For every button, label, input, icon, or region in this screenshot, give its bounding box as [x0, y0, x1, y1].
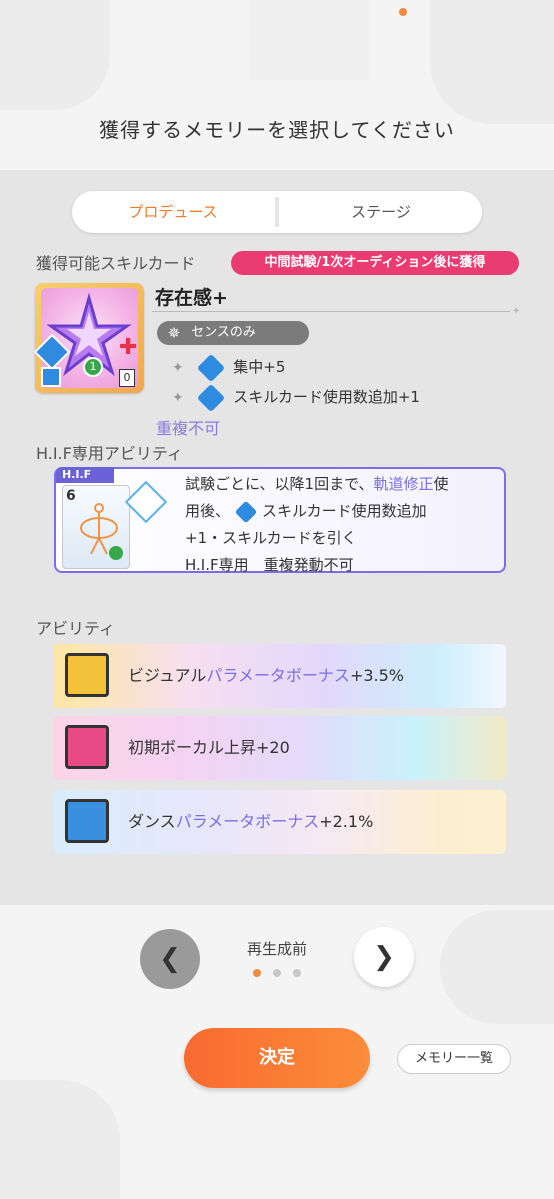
cost-badge: 1 [83, 357, 103, 377]
heart-icon [109, 546, 123, 560]
sense-plan-icon: ✵ [167, 324, 181, 342]
card-draw-icon [234, 500, 258, 523]
bg-decoration [0, 0, 110, 110]
hif-text-part: 用後、 [185, 502, 231, 520]
bg-decoration [430, 0, 554, 124]
bg-decoration [250, 0, 370, 80]
page-title: 獲得するメモリーを選択してください [99, 118, 455, 142]
skill-card-thumbnail[interactable]: ✚ 1 0 [33, 283, 144, 393]
hif-ability-text: 試験ごとに、以降1回まで、軌道修正使 用後、 スキルカード使用数追加 +1・スキル… [185, 471, 495, 579]
bg-decoration [0, 1080, 120, 1199]
ability-text: ビジュアルパラメータボーナス+3.5% [128, 644, 404, 708]
hif-line: 試験ごとに、以降1回まで、軌道修正使 [185, 471, 495, 498]
hif-line: 用後、 スキルカード使用数追加 [185, 498, 495, 525]
effect-text: スキルカード使用数追加+1 [233, 388, 420, 406]
plan-label: センスのみ [191, 325, 256, 340]
ability-text-part: 初期ボーカル上昇+20 [128, 738, 290, 757]
hif-text-part: 使 [433, 475, 449, 493]
prev-button[interactable]: ❮ [140, 929, 200, 989]
ability-row-visual: ビジュアルパラメータボーナス+3.5% [53, 644, 506, 708]
tab-stage[interactable]: ステージ [280, 191, 482, 233]
ability-text-highlight: パラメータボーナス [206, 666, 350, 685]
card-draw-icon [196, 383, 225, 412]
ability-text-highlight: パラメータボーナス [175, 812, 320, 831]
acquire-timing-badge: 中間試験/1次オーディション後に獲得 [231, 251, 519, 275]
plus-icon: ✚ [119, 335, 138, 360]
memory-list-button[interactable]: メモリー一覧 [397, 1044, 511, 1074]
skill-card-name: 存在感+ [155, 287, 228, 309]
sparkle-icon: ✦ [512, 306, 521, 317]
effect-row: ✦ 集中+5 [172, 353, 286, 382]
skill-section-label: 獲得可能スキルカード [36, 254, 196, 273]
page-dot [293, 969, 301, 977]
bullet-icon: ✦ [172, 360, 184, 376]
chevron-right-icon: ❯ [373, 942, 395, 972]
plan-badge: ✵ センスのみ [157, 321, 309, 345]
vocal-microphone-icon [65, 725, 109, 769]
confirm-button[interactable]: 決定 [184, 1028, 370, 1088]
ability-row-dance: ダンスパラメータボーナス+2.1% [53, 790, 506, 854]
hif-text-part: 試験ごとに、以降1回まで、 [185, 475, 374, 493]
tab-bar: プロデュース ステージ [72, 191, 482, 233]
tab-produce[interactable]: プロデュース [72, 191, 274, 233]
ability-text: 初期ボーカル上昇+20 [128, 716, 290, 780]
chevron-left-icon: ❮ [159, 944, 181, 974]
ability-text-part: ビジュアル [128, 666, 207, 685]
ability-row-vocal: 初期ボーカル上昇+20 [53, 716, 506, 780]
visual-icon [65, 653, 109, 697]
ability-section-label: アビリティ [36, 619, 116, 638]
hif-line: +1・スキルカードを引く [185, 529, 357, 547]
bullet-icon: ✦ [172, 390, 184, 406]
hif-text-highlight: 軌道修正 [373, 475, 434, 493]
tab-divider [275, 197, 279, 227]
card-number: 6 [66, 488, 76, 504]
hif-card-thumbnail[interactable]: 6 [62, 485, 130, 569]
hif-tag: H.I.F [56, 467, 114, 483]
ability-text: ダンスパラメータボーナス+2.1% [128, 790, 373, 854]
pager-label: 再生成前 [246, 940, 307, 958]
focus-icon [196, 353, 225, 382]
no-duplicate-label: 重複不可 [156, 419, 221, 438]
hif-line: H.I.F専用 重複発動不可 [185, 556, 354, 574]
effect-text: 集中+5 [233, 358, 286, 376]
ability-text-part: +3.5% [349, 666, 404, 685]
hif-section-label: H.I.F専用アビリティ [36, 444, 183, 463]
divider [152, 311, 510, 312]
ability-text-part: +2.1% [319, 812, 374, 831]
dance-icon [65, 799, 109, 843]
hif-text-part: スキルカード使用数追加 [262, 502, 427, 520]
bg-decoration [440, 910, 554, 1024]
page-dot [273, 969, 281, 977]
page-dot-active [253, 969, 261, 977]
effect-row: ✦ スキルカード使用数追加+1 [172, 383, 420, 412]
draw-icon [41, 367, 61, 387]
counter-badge: 0 [119, 369, 135, 387]
next-button[interactable]: ❯ [354, 927, 414, 987]
ability-text-part: ダンス [128, 812, 176, 831]
notification-dot [399, 8, 407, 16]
